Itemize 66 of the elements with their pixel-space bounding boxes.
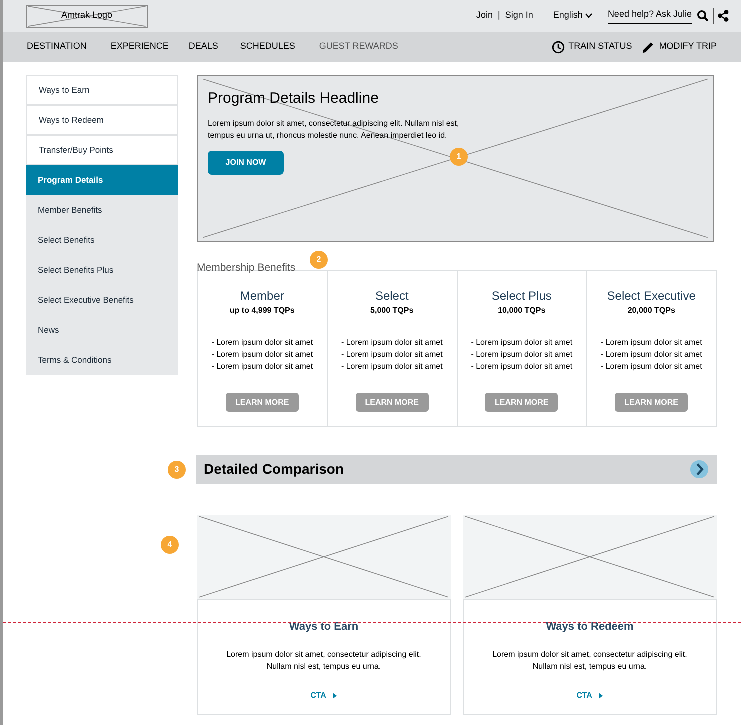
- benefit-text: - Lorem ipsum dolor sit amet: [600, 349, 702, 361]
- benefit-text: - Lorem ipsum dolor sit amet: [600, 361, 702, 373]
- search-icon: [697, 10, 709, 22]
- help-link[interactable]: Need help? Ask Julie: [608, 8, 692, 24]
- logo-text: Amtrak Logo: [61, 9, 113, 22]
- hero-text: Lorem ipsum dolor sit amet, consectetur adipiscing elit. Nullam nisl est, tempus eu urna ut, rhoncus molestie nunc. Aenean imperdiet leo id.: [208, 118, 460, 142]
- callout-badge: 3: [168, 461, 186, 479]
- tier-name: Select Executive: [607, 288, 696, 305]
- hero-headline: Program Details Headline: [208, 89, 380, 109]
- sidebar-item[interactable]: News: [26, 315, 178, 345]
- callout-badge: 1: [450, 148, 468, 166]
- tier-points: 5,000 TQPs: [370, 305, 414, 317]
- triangle-right-icon: [599, 692, 604, 698]
- cta-link[interactable]: CTA: [310, 690, 338, 702]
- nav-action[interactable]: MODIFY TRIP: [642, 40, 717, 54]
- benefit-text: - Lorem ipsum dolor sit amet: [471, 337, 573, 349]
- sidebar-item[interactable]: Ways to Redeem: [26, 105, 178, 135]
- nav-action[interactable]: TRAIN STATUS: [552, 40, 632, 54]
- sidebar-item[interactable]: Select Executive Benefits: [26, 285, 178, 315]
- sidebar-item[interactable]: Member Benefits: [26, 195, 178, 225]
- tier-points: 10,000 TQPs: [498, 305, 546, 317]
- benefit-text: - Lorem ipsum dolor sit amet: [212, 349, 314, 361]
- nav-item[interactable]: GUEST REWARDS: [319, 40, 398, 54]
- tier-points: 20,000 TQPs: [628, 305, 676, 317]
- benefit-text: - Lorem ipsum dolor sit amet: [471, 349, 573, 361]
- sidebar-item[interactable]: Terms & Conditions: [26, 345, 178, 375]
- sidebar-item[interactable]: Program Details: [26, 165, 178, 195]
- join-now-button[interactable]: JOIN NOW: [208, 150, 284, 174]
- chevron-right-icon: [690, 460, 709, 479]
- benefit-text: - Lorem ipsum dolor sit amet: [341, 349, 443, 361]
- nav-item[interactable]: DESTINATION: [27, 40, 87, 54]
- share-icon: [718, 10, 729, 22]
- sidebar-item[interactable]: Transfer/Buy Points: [26, 135, 178, 165]
- join-link[interactable]: Join: [476, 9, 494, 23]
- benefit-text: - Lorem ipsum dolor sit amet: [471, 361, 573, 373]
- section-title: Membership Benefits: [197, 262, 296, 274]
- clock-icon: [552, 40, 565, 54]
- card-text: Lorem ipsum dolor sit amet, consectetur adipiscing elit. Nullam nisl est, tempus eu urna.: [226, 648, 422, 672]
- nav-item[interactable]: EXPERIENCE: [110, 40, 169, 54]
- tier-name: Member: [240, 288, 284, 305]
- sign-in-link[interactable]: Sign In: [505, 9, 534, 23]
- benefit-text: - Lorem ipsum dolor sit amet: [341, 337, 443, 349]
- tier-name: Select: [375, 288, 409, 305]
- triangle-right-icon: [333, 692, 338, 698]
- card-title: Ways to Redeem: [546, 620, 634, 635]
- card-title: Ways to Earn: [289, 620, 359, 635]
- sidebar-item[interactable]: Select Benefits: [26, 225, 178, 255]
- card-text: Lorem ipsum dolor sit amet, consectetur adipiscing elit. Nullam nisl est, tempus eu urna.: [492, 648, 688, 672]
- tier-points: up to 4,999 TQPs: [230, 305, 295, 317]
- chevron-down-icon: [584, 13, 593, 19]
- nav-item[interactable]: DEALS: [188, 40, 218, 54]
- benefit-text: - Lorem ipsum dolor sit amet: [341, 361, 443, 373]
- sidebar-item[interactable]: Select Benefits Plus: [26, 255, 178, 285]
- tier-name: Select Plus: [492, 288, 552, 305]
- link-separator: |: [498, 9, 500, 22]
- pencil-icon: [642, 40, 656, 54]
- language-dropdown[interactable]: English: [553, 9, 593, 23]
- cta-link[interactable]: CTA: [576, 690, 604, 702]
- nav-item[interactable]: SCHEDULES: [240, 40, 296, 54]
- benefit-text: - Lorem ipsum dolor sit amet: [600, 337, 702, 349]
- benefit-text: - Lorem ipsum dolor sit amet: [212, 361, 314, 373]
- sidebar-item[interactable]: Ways to Earn: [26, 75, 178, 105]
- callout-badge: 2: [310, 251, 328, 269]
- callout-badge: 4: [161, 536, 179, 554]
- comparison-bar[interactable]: Detailed Comparison: [196, 455, 717, 484]
- benefit-text: - Lorem ipsum dolor sit amet: [212, 337, 314, 349]
